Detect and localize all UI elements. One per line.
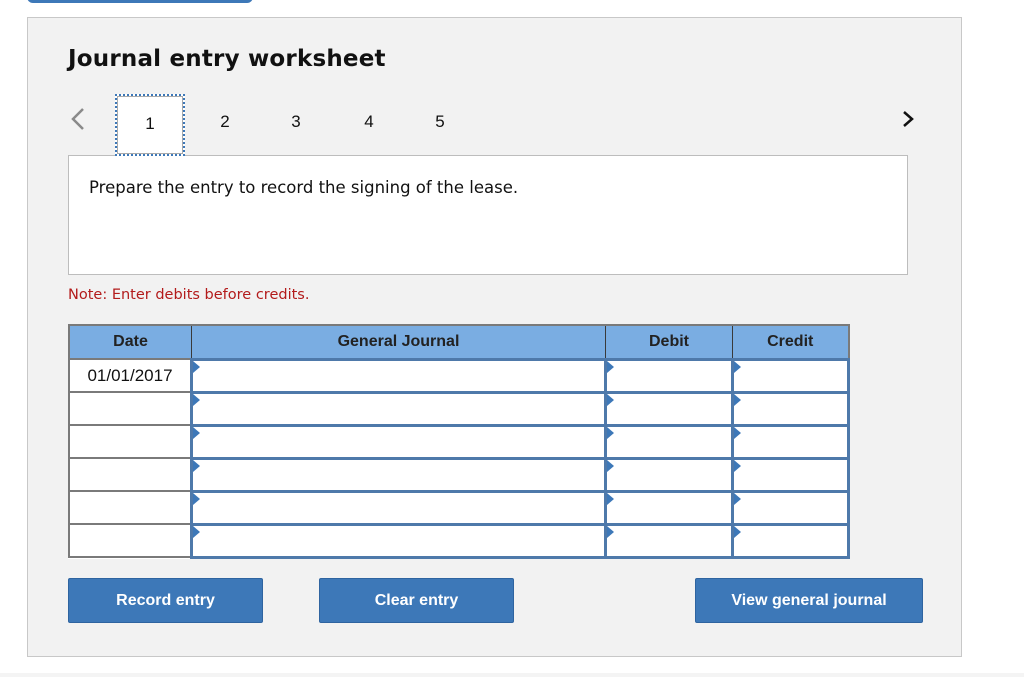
page-title: Journal entry worksheet (68, 46, 386, 72)
debit-input[interactable] (607, 428, 731, 455)
instruction-text: Prepare the entry to record the signing … (89, 178, 519, 197)
table-row (68, 390, 850, 427)
debit-cell (604, 522, 734, 559)
tab-2[interactable]: 2 (190, 94, 260, 156)
account-cell (190, 522, 607, 559)
dropdown-triangle-icon (734, 426, 741, 439)
credit-input[interactable] (734, 395, 847, 422)
tab-3[interactable]: 3 (261, 94, 331, 156)
header-date: Date (68, 324, 192, 360)
record-entry-button[interactable]: Record entry (68, 578, 263, 623)
chevron-right-icon (903, 111, 914, 127)
prev-button[interactable] (68, 105, 88, 133)
bottom-divider (0, 673, 1024, 677)
debit-input[interactable] (607, 461, 731, 488)
dropdown-triangle-icon (607, 360, 614, 373)
account-cell (190, 357, 607, 394)
chevron-left-icon (71, 108, 84, 130)
credit-cell (731, 522, 850, 559)
debit-cell (604, 456, 734, 493)
dropdown-triangle-icon (734, 525, 741, 538)
dropdown-triangle-icon (734, 492, 741, 505)
credit-cell (731, 423, 850, 460)
account-input[interactable] (193, 362, 604, 389)
journal-table: Date General Journal Debit Credit 01/01/… (68, 324, 850, 559)
credit-cell (731, 390, 850, 427)
account-input[interactable] (193, 527, 604, 554)
debit-cell (604, 390, 734, 427)
debit-cell (604, 423, 734, 460)
date-cell: 01/01/2017 (68, 358, 193, 393)
account-cell (190, 390, 607, 427)
dropdown-triangle-icon (193, 393, 200, 406)
header-debit: Debit (605, 324, 733, 360)
account-cell (190, 489, 607, 526)
dropdown-triangle-icon (734, 360, 741, 373)
table-row (68, 522, 850, 559)
tab-1[interactable]: 1 (115, 94, 185, 156)
credit-input[interactable] (734, 527, 847, 554)
dropdown-triangle-icon (193, 492, 200, 505)
credit-cell (731, 456, 850, 493)
credit-cell (731, 357, 850, 394)
credit-input[interactable] (734, 428, 847, 455)
credit-cell (731, 489, 850, 526)
tab-4[interactable]: 4 (334, 94, 404, 156)
table-row: 01/01/2017 (68, 357, 850, 394)
credit-input[interactable] (734, 362, 847, 389)
account-cell (190, 423, 607, 460)
debit-input[interactable] (607, 494, 731, 521)
top-tab-bar (27, 0, 253, 3)
credit-input[interactable] (734, 494, 847, 521)
dropdown-triangle-icon (607, 393, 614, 406)
dropdown-triangle-icon (193, 360, 200, 373)
dropdown-triangle-icon (193, 525, 200, 538)
table-row (68, 456, 850, 493)
date-cell (68, 490, 193, 525)
table-header-row: Date General Journal Debit Credit (68, 324, 849, 360)
header-credit: Credit (732, 324, 849, 360)
date-cell (68, 424, 193, 459)
dropdown-triangle-icon (734, 459, 741, 472)
dropdown-triangle-icon (607, 426, 614, 439)
view-general-journal-button[interactable]: View general journal (695, 578, 923, 623)
account-input[interactable] (193, 395, 604, 422)
tab-5[interactable]: 5 (405, 94, 475, 156)
date-cell (68, 457, 193, 492)
table-row (68, 423, 850, 460)
dropdown-triangle-icon (607, 525, 614, 538)
instruction-box: Prepare the entry to record the signing … (68, 155, 908, 275)
account-cell (190, 456, 607, 493)
account-input[interactable] (193, 428, 604, 455)
debit-cell (604, 489, 734, 526)
clear-entry-button[interactable]: Clear entry (319, 578, 514, 623)
debit-input[interactable] (607, 362, 731, 389)
debit-input[interactable] (607, 395, 731, 422)
date-cell (68, 391, 193, 426)
header-general-journal: General Journal (191, 324, 606, 360)
table-row (68, 489, 850, 526)
dropdown-triangle-icon (607, 459, 614, 472)
dropdown-triangle-icon (193, 459, 200, 472)
dropdown-triangle-icon (193, 426, 200, 439)
worksheet-panel: Journal entry worksheet 1 2 3 4 5 Prepar… (27, 17, 962, 657)
next-button[interactable] (898, 105, 918, 133)
debit-cell (604, 357, 734, 394)
credit-input[interactable] (734, 461, 847, 488)
dropdown-triangle-icon (607, 492, 614, 505)
note-text: Note: Enter debits before credits. (68, 287, 310, 303)
account-input[interactable] (193, 494, 604, 521)
date-cell (68, 523, 193, 558)
dropdown-triangle-icon (734, 393, 741, 406)
debit-input[interactable] (607, 527, 731, 554)
account-input[interactable] (193, 461, 604, 488)
